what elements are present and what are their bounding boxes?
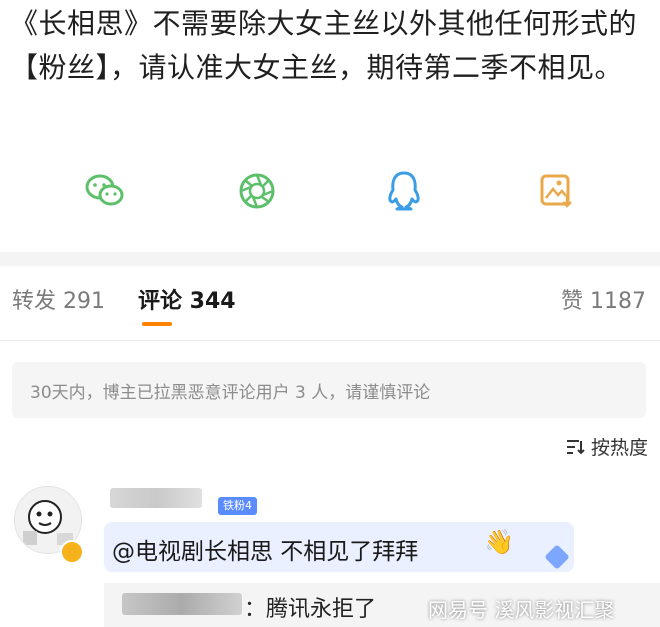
share-qq-button[interactable] [381,168,427,214]
tab-comment[interactable]: 评论 344 [138,288,236,316]
reply-text: ：腾讯永拒了 [244,597,377,622]
block-notice: 30天内，博主已拉黑恶意评论用户 3 人，请谨慎评论 [12,362,646,418]
block-notice-text: 30天内，博主已拉黑恶意评论用户 3 人，请谨慎评论 [30,383,431,403]
reply-author-redacted [122,593,242,615]
section-divider [0,252,660,266]
save-image-icon [540,174,572,208]
wechat-icon [85,174,124,206]
comment-text: @电视剧长相思 不相见了拜拜 [112,539,419,565]
share-moments-button[interactable] [234,168,280,214]
share-wechat-button[interactable] [82,168,128,214]
username-redacted [110,488,202,508]
moments-icon [239,173,275,209]
fan-level-badge: 铁粉4 [218,497,257,515]
sort-label: 按热度 [590,437,648,459]
tab-like[interactable]: 赞 1187 [561,288,646,316]
interaction-tabs: 转发 291 评论 344 赞 1187 [0,270,660,332]
share-row [0,168,660,222]
watermark: 网易号 溪风影视汇聚 [428,598,615,622]
verified-badge-icon [60,540,84,564]
sort-toggle[interactable]: 按热度 [565,433,648,460]
wave-emoji-icon: 👋 [484,528,514,556]
active-tab-indicator [142,322,172,326]
sort-icon [566,439,585,454]
tab-divider [0,340,660,341]
post-text: 《长相思》不需要除大女主丝以外其他任何形式的【粉丝】，请认准大女主丝，期待第二季… [10,7,638,84]
qq-icon [388,171,420,211]
share-save-image-button[interactable] [533,168,579,214]
tab-repost[interactable]: 转发 291 [12,288,105,316]
